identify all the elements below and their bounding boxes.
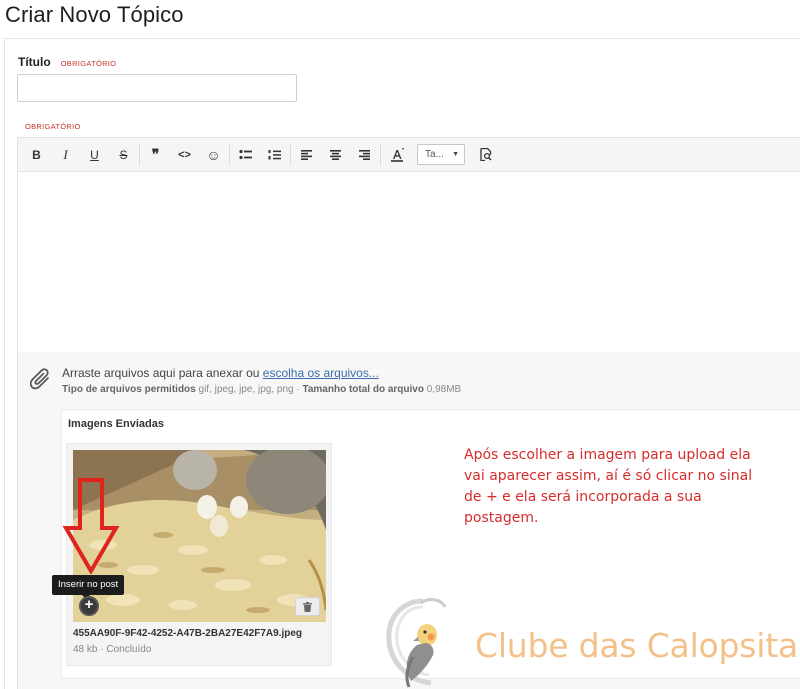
numbered-list-button[interactable] bbox=[260, 143, 289, 167]
page-title: Criar Novo Tópico bbox=[5, 2, 184, 27]
toolbar-divider bbox=[290, 143, 291, 166]
numbered-list-icon bbox=[268, 149, 281, 159]
attachment-instructions: Arraste arquivos aqui para anexar ou esc… bbox=[62, 366, 379, 380]
plus-icon: + bbox=[84, 596, 94, 613]
editor-content-area[interactable] bbox=[18, 172, 800, 352]
code-icon: <> bbox=[178, 148, 191, 161]
strikethrough-icon: S bbox=[119, 147, 128, 162]
trash-icon bbox=[303, 601, 312, 612]
italic-button[interactable]: I bbox=[51, 143, 80, 167]
editor-toolbar: B I U S ❞ <> ☺ Ta... ▼ bbox=[18, 138, 800, 172]
bullet-list-button[interactable] bbox=[231, 143, 260, 167]
title-label-row: Título OBRIGATÓRIO bbox=[18, 55, 116, 69]
page: Criar Novo Tópico Título OBRIGATÓRIO OBR… bbox=[0, 0, 800, 689]
align-left-button[interactable] bbox=[292, 143, 321, 167]
text-color-icon bbox=[390, 147, 404, 162]
insert-tooltip: Inserir no post bbox=[52, 575, 125, 599]
allowed-types-label: Tipo de arquivos permitidos bbox=[62, 384, 196, 395]
underline-icon: U bbox=[90, 147, 99, 162]
rich-text-editor: B I U S ❞ <> ☺ Ta... ▼ bbox=[17, 137, 800, 352]
red-arrow-annotation bbox=[62, 478, 120, 574]
title-label: Título bbox=[18, 55, 51, 69]
italic-icon: I bbox=[63, 146, 68, 162]
editor-required-badge: OBRIGATÓRIO bbox=[25, 122, 81, 131]
text-color-button[interactable] bbox=[382, 143, 411, 167]
font-size-select[interactable]: Ta... ▼ bbox=[417, 144, 465, 165]
bullet-list-icon bbox=[239, 149, 252, 160]
align-center-icon bbox=[330, 149, 341, 160]
align-right-icon bbox=[359, 149, 370, 160]
underline-button[interactable]: U bbox=[80, 143, 109, 167]
align-center-button[interactable] bbox=[321, 143, 350, 167]
bold-button[interactable]: B bbox=[22, 143, 51, 167]
cockatiel-logo-icon bbox=[386, 598, 447, 688]
file-name: 455AA90F-9F42-4252-A47B-2BA27E42F7A9.jpe… bbox=[73, 628, 302, 639]
paperclip-icon bbox=[30, 368, 49, 390]
total-size-label: Tamanho total do arquivo bbox=[302, 384, 424, 395]
emoji-button[interactable]: ☺ bbox=[199, 143, 228, 167]
toolbar-divider bbox=[380, 143, 381, 166]
code-button[interactable]: <> bbox=[170, 143, 199, 167]
quote-button[interactable]: ❞ bbox=[141, 143, 170, 167]
chevron-down-icon: ▼ bbox=[452, 151, 459, 158]
title-required-badge: OBRIGATÓRIO bbox=[60, 59, 117, 68]
align-left-icon bbox=[301, 149, 312, 160]
emoji-icon: ☺ bbox=[206, 146, 221, 163]
file-meta: 48 kb · Concluído bbox=[73, 644, 152, 655]
strikethrough-button[interactable]: S bbox=[109, 143, 138, 167]
bold-icon: B bbox=[32, 147, 41, 162]
watermark-text: Clube das Calopsitas bbox=[475, 626, 800, 665]
toolbar-divider bbox=[229, 143, 230, 166]
uploaded-images-title: Imagens Enviadas bbox=[68, 418, 164, 430]
allowed-types-value: gif, jpeg, jpe, jpg, png · bbox=[198, 384, 300, 395]
attachment-limits: Tipo de arquivos permitidos gif, jpeg, j… bbox=[62, 384, 461, 395]
title-input[interactable] bbox=[17, 74, 297, 102]
drop-text: Arraste arquivos aqui para anexar ou bbox=[62, 366, 260, 380]
toolbar-divider bbox=[139, 143, 140, 166]
preview-button[interactable] bbox=[471, 143, 500, 167]
choose-files-link[interactable]: escolha os arquivos... bbox=[263, 366, 379, 380]
font-size-value: Ta... bbox=[425, 149, 444, 160]
insert-into-post-button[interactable]: + bbox=[79, 596, 99, 616]
align-right-button[interactable] bbox=[350, 143, 379, 167]
total-size-value: 0,98MB bbox=[426, 384, 462, 395]
delete-image-button[interactable] bbox=[295, 597, 320, 616]
preview-icon bbox=[479, 148, 492, 161]
quote-icon: ❞ bbox=[151, 146, 160, 162]
instruction-note: Após escolher a imagem para upload ela v… bbox=[464, 447, 753, 526]
